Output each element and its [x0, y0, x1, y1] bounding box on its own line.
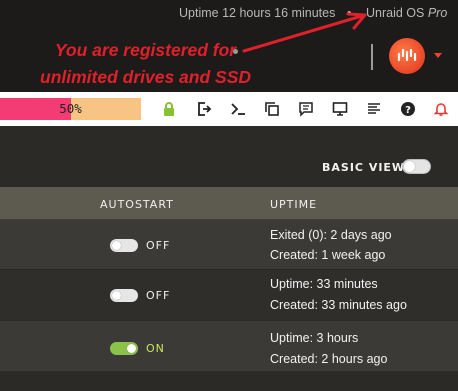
bell-icon[interactable]: [433, 101, 449, 117]
copy-window-icon[interactable]: [264, 101, 280, 117]
display-icon[interactable]: [332, 101, 348, 117]
log-icon[interactable]: [366, 101, 382, 117]
registration-annotation: You are registered for unlimited drives …: [40, 37, 251, 91]
terminal-icon[interactable]: [230, 101, 246, 117]
basic-view-toggle[interactable]: [402, 159, 431, 174]
toggle-knob: [127, 344, 136, 353]
container-status: Uptime: 33 minutes: [270, 277, 378, 291]
table-row: OFF Exited (0): 2 days ago Created: 1 we…: [0, 219, 458, 269]
table-row: ON Uptime: 3 hours Created: 2 hours ago: [0, 321, 458, 371]
autostart-toggle[interactable]: [110, 239, 138, 252]
logout-icon[interactable]: [196, 101, 212, 117]
autostart-toggle[interactable]: [110, 342, 138, 355]
basic-view-label: BASIC VIEW: [322, 161, 406, 174]
container-created: Created: 2 hours ago: [270, 352, 388, 366]
svg-text:?: ?: [405, 105, 411, 116]
feedback-icon[interactable]: [298, 101, 314, 117]
toolbar: 50% ?: [0, 92, 458, 126]
unraid-logo-icon[interactable]: [389, 38, 425, 74]
promo-line-1: You are registered for: [54, 40, 237, 60]
table-row: OFF Uptime: 33 minutes Created: 33 minut…: [0, 270, 458, 320]
unraid-logo-glyph: [397, 48, 417, 62]
autostart-column-header[interactable]: AUTOSTART: [100, 198, 174, 211]
caret-down-icon[interactable]: [434, 53, 442, 58]
table-header: AUTOSTART UPTIME: [0, 187, 458, 219]
container-created: Created: 1 week ago: [270, 248, 386, 262]
header-divider: [371, 44, 373, 70]
container-created: Created: 33 minutes ago: [270, 298, 407, 312]
help-icon[interactable]: ?: [400, 101, 416, 117]
progress-label: 50%: [59, 101, 82, 116]
annotation-arrow: [242, 12, 367, 53]
header-dot: [233, 49, 238, 54]
toggle-knob: [112, 291, 121, 300]
autostart-toggle[interactable]: [110, 289, 138, 302]
container-status: Uptime: 3 hours: [270, 331, 359, 345]
toggle-knob: [112, 241, 121, 250]
uptime-column-header[interactable]: UPTIME: [270, 198, 317, 211]
autostart-state-label: ON: [146, 342, 165, 355]
autostart-state-label: OFF: [146, 239, 171, 252]
container-status: Exited (0): 2 days ago: [270, 228, 392, 242]
os-edition: Pro: [427, 6, 448, 20]
lock-icon[interactable]: [161, 101, 177, 117]
promo-line-2: unlimited drives and SSD: [40, 67, 252, 87]
autostart-state-label: OFF: [146, 289, 171, 302]
top-header: Uptime 12 hours 16 minutes • Unraid OS P…: [0, 0, 458, 92]
usage-progress-bar: 50%: [0, 98, 141, 120]
